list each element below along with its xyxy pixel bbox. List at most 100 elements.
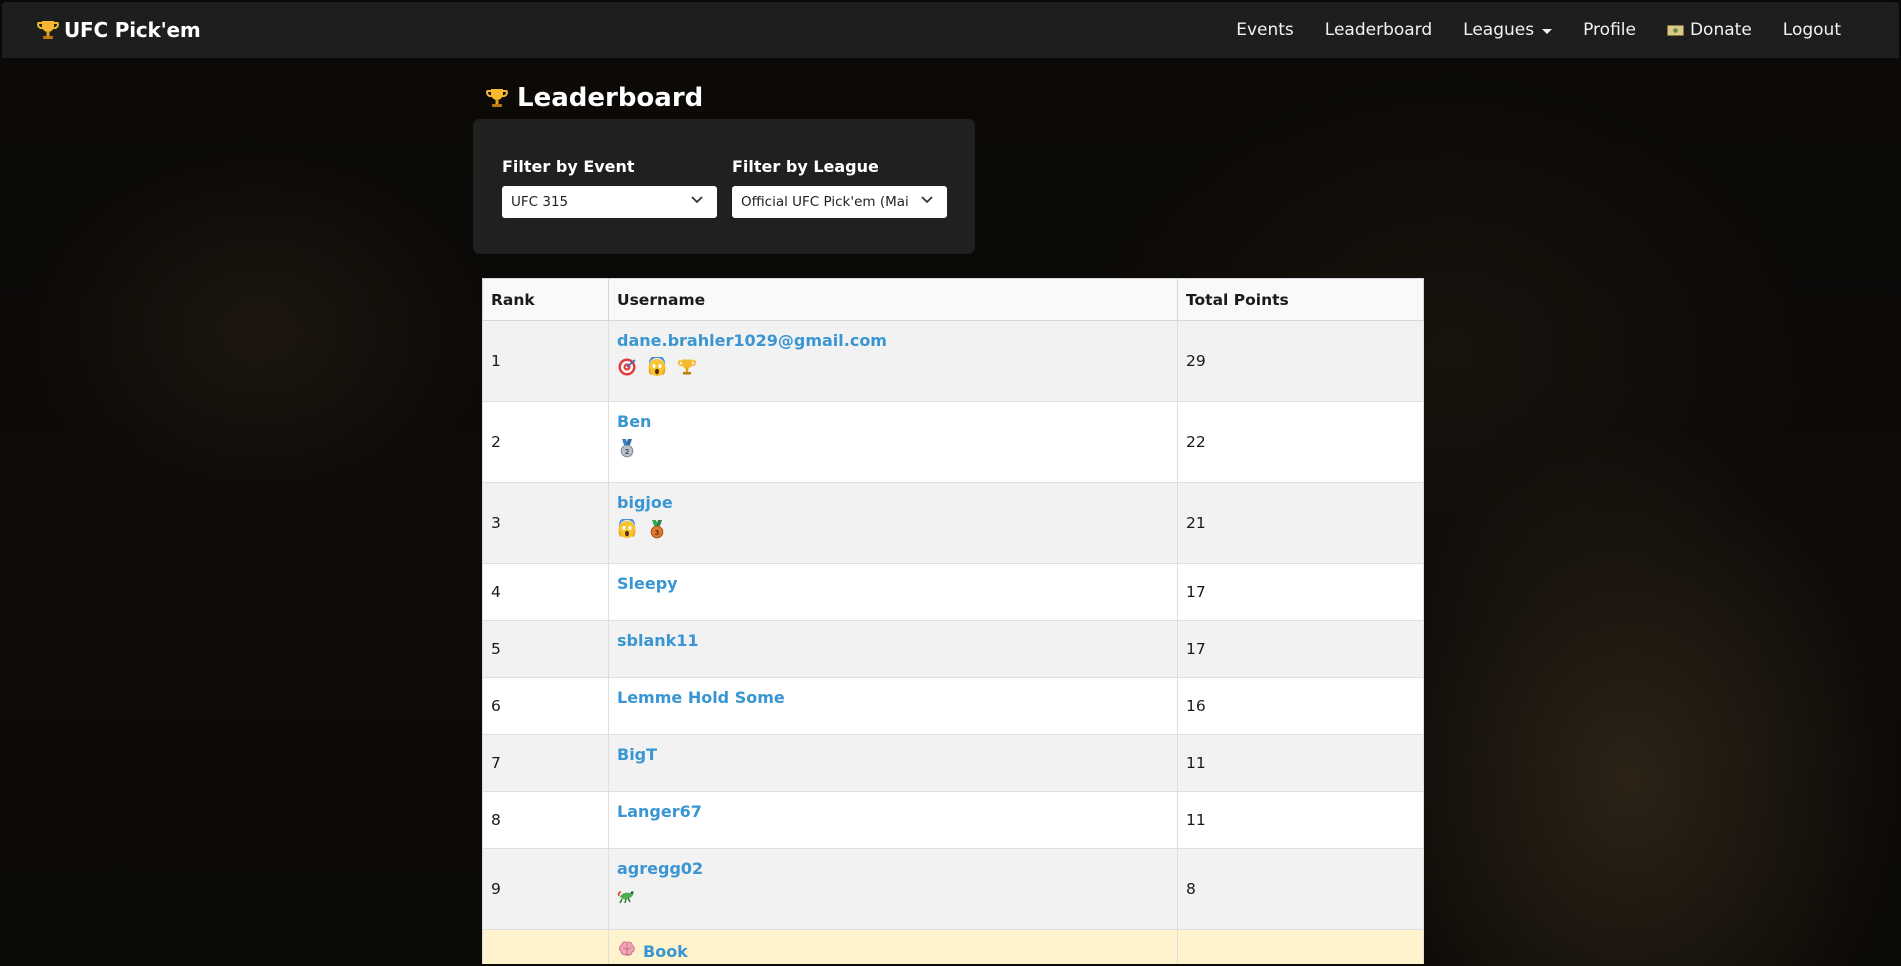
- points-cell: 17: [1177, 620, 1424, 678]
- brand-title: UFC Pick'em: [64, 18, 201, 42]
- event-select-value: UFC 315: [511, 194, 569, 210]
- scream-icon: [647, 357, 667, 377]
- badge-list: 3: [617, 519, 1169, 539]
- silver-medal-icon: 2: [617, 438, 637, 458]
- points-cell: 22: [1177, 401, 1424, 483]
- username-cell: agregg02: [608, 848, 1178, 930]
- username-link[interactable]: agregg02: [617, 859, 703, 878]
- rank-cell: 8: [482, 791, 609, 849]
- brand-link[interactable]: UFC Pick'em: [36, 18, 201, 42]
- table-row: 10 Book 6: [482, 929, 1424, 964]
- table-body: 1 dane.brahler1029@gmail.com 29 2 Ben 2 22 3 big…: [482, 320, 1424, 964]
- trophy-icon: [37, 21, 59, 39]
- username-cell: bigjoe 3: [608, 482, 1178, 564]
- nav-leagues-label: Leagues: [1463, 20, 1535, 40]
- username-cell: BigT: [608, 734, 1178, 792]
- username-link[interactable]: dane.brahler1029@gmail.com: [617, 331, 887, 350]
- svg-text:2: 2: [625, 448, 630, 456]
- nav-donate-label: Donate: [1689, 20, 1752, 40]
- username-cell: Lemme Hold Some: [608, 677, 1178, 735]
- points-cell: 29: [1177, 320, 1424, 402]
- username-cell: Book: [608, 929, 1178, 964]
- badge-list: [617, 885, 1169, 905]
- points-cell: 16: [1177, 677, 1424, 735]
- badge-list: [617, 357, 1169, 377]
- points-cell: 8: [1177, 848, 1424, 930]
- leaderboard-table: Rank Username Total Points 1 dane.brahler…: [482, 278, 1424, 964]
- points-cell: 17: [1177, 563, 1424, 621]
- nav-profile[interactable]: Profile: [1583, 20, 1636, 40]
- league-filter-group: Filter by League Official UFC Pick'em (M…: [732, 157, 947, 218]
- username-cell: Ben 2: [608, 401, 1178, 483]
- rank-cell: 5: [482, 620, 609, 678]
- username-link[interactable]: bigjoe: [617, 493, 673, 512]
- table-row: 7 BigT 11: [482, 734, 1424, 792]
- caret-down-icon: [1542, 28, 1553, 34]
- rank-cell: 7: [482, 734, 609, 792]
- table-row: 3 bigjoe 3 21: [482, 482, 1424, 564]
- chevron-down-icon: [921, 196, 933, 204]
- table-row: 8 Langer67 11: [482, 791, 1424, 849]
- username-cell: Langer67: [608, 791, 1178, 849]
- username-cell: dane.brahler1029@gmail.com: [608, 320, 1178, 402]
- nav-donate[interactable]: Donate: [1666, 20, 1752, 40]
- badge-list: 2: [617, 438, 1169, 458]
- table-row: 2 Ben 2 22: [482, 401, 1424, 483]
- rank-cell: 10: [482, 929, 609, 964]
- money-icon: [1666, 24, 1684, 36]
- points-cell: 21: [1177, 482, 1424, 564]
- navbar: UFC Pick'em Events Leaderboard Leagues P…: [2, 2, 1899, 58]
- username-link[interactable]: Langer67: [617, 802, 702, 821]
- header-rank: Rank: [482, 278, 609, 321]
- table-row: 5 sblank11 17: [482, 620, 1424, 678]
- page-title: Leaderboard: [485, 83, 703, 113]
- bronze-medal-icon: 3: [647, 519, 667, 539]
- points-cell: 11: [1177, 734, 1424, 792]
- rank-cell: 9: [482, 848, 609, 930]
- league-select[interactable]: Official UFC Pick'em (Main): [732, 186, 947, 218]
- svg-text:3: 3: [655, 529, 660, 537]
- username-cell: Sleepy: [608, 563, 1178, 621]
- rank-cell: 4: [482, 563, 609, 621]
- lizard-icon: [617, 885, 637, 905]
- event-filter-label: Filter by Event: [502, 157, 635, 176]
- nav-events[interactable]: Events: [1236, 20, 1294, 40]
- rank-cell: 6: [482, 677, 609, 735]
- rank-cell: 1: [482, 320, 609, 402]
- event-select[interactable]: UFC 315: [502, 186, 717, 218]
- header-username: Username: [608, 278, 1178, 321]
- trophy-icon: [677, 357, 697, 377]
- scream-icon: [617, 519, 637, 539]
- username-link[interactable]: Sleepy: [617, 574, 678, 593]
- username-cell: sblank11: [608, 620, 1178, 678]
- leaderboard-table-wrapper: Rank Username Total Points 1 dane.brahler…: [482, 278, 1424, 964]
- table-row: 6 Lemme Hold Some 16: [482, 677, 1424, 735]
- header-total-points: Total Points: [1177, 278, 1424, 321]
- table-header-row: Rank Username Total Points: [482, 278, 1424, 321]
- league-filter-label: Filter by League: [732, 157, 879, 176]
- target-icon: [617, 357, 637, 377]
- nav-logout[interactable]: Logout: [1783, 20, 1841, 40]
- username-link[interactable]: Ben: [617, 412, 651, 431]
- filter-card: Filter by Event UFC 315 Filter by League…: [473, 119, 975, 254]
- rank-cell: 3: [482, 482, 609, 564]
- points-cell: 6: [1177, 929, 1424, 964]
- table-row: 4 Sleepy 17: [482, 563, 1424, 621]
- username-link[interactable]: Book: [617, 940, 688, 961]
- league-select-value: Official UFC Pick'em (Main): [741, 194, 909, 210]
- nav-leagues-dropdown[interactable]: Leagues: [1463, 20, 1553, 40]
- table-row: 9 agregg02 8: [482, 848, 1424, 930]
- nav-leaderboard[interactable]: Leaderboard: [1325, 20, 1432, 40]
- username-link[interactable]: Lemme Hold Some: [617, 688, 785, 707]
- username-link[interactable]: sblank11: [617, 631, 699, 650]
- chevron-down-icon: [691, 196, 703, 204]
- event-filter-group: Filter by Event UFC 315: [502, 157, 717, 218]
- table-row: 1 dane.brahler1029@gmail.com 29: [482, 320, 1424, 402]
- trophy-icon: [486, 89, 508, 107]
- username-link[interactable]: BigT: [617, 745, 657, 764]
- nav-links: Events Leaderboard Leagues Profile Donat…: [1236, 2, 1841, 58]
- app-frame: UFC Pick'em Events Leaderboard Leagues P…: [2, 2, 1899, 964]
- brain-icon: [617, 940, 637, 960]
- page-title-text: Leaderboard: [517, 83, 704, 113]
- points-cell: 11: [1177, 791, 1424, 849]
